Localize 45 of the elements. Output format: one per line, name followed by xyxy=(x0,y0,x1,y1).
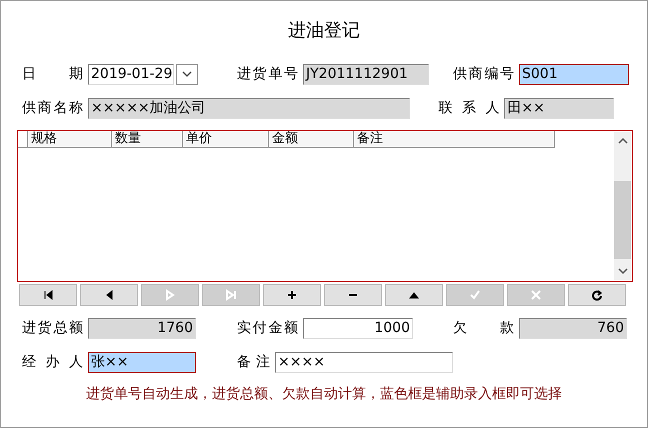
toolbar-button[interactable] xyxy=(80,284,138,306)
column-header[interactable]: 数量 xyxy=(112,131,183,147)
field-label: 联 系 人 xyxy=(438,99,500,117)
column-header[interactable]: 备注 xyxy=(354,131,555,147)
field-label: 经 办 人 xyxy=(22,353,83,371)
first-icon xyxy=(42,289,54,301)
toolbar-button[interactable] xyxy=(19,284,77,306)
toolbar-button[interactable] xyxy=(568,284,626,306)
input-field[interactable]: 张×× xyxy=(88,352,196,372)
scroll-up-icon[interactable] xyxy=(618,137,628,145)
toolbar-button[interactable] xyxy=(263,284,321,306)
field-label: 欠 款 xyxy=(453,319,514,337)
input-field[interactable]: ×××××加油公司 xyxy=(88,98,410,118)
field-label: 备 注 xyxy=(237,353,270,371)
column-header[interactable]: 金额 xyxy=(269,131,354,147)
next-icon xyxy=(164,289,176,301)
last-icon xyxy=(225,289,237,301)
dropdown-button[interactable] xyxy=(176,64,198,84)
field-label: 进货总额 xyxy=(22,319,83,337)
scrollbar-thumb[interactable] xyxy=(614,181,631,259)
refresh-icon xyxy=(591,289,603,301)
input-field[interactable]: ×××× xyxy=(275,352,453,372)
toolbar-button[interactable] xyxy=(385,284,443,306)
field-label: 供商名称 xyxy=(22,99,83,117)
input-field[interactable]: S001 xyxy=(519,64,629,84)
input-field[interactable]: JY2011112901 xyxy=(303,64,429,84)
input-field[interactable]: 760 xyxy=(519,318,627,338)
scrollbar[interactable] xyxy=(614,132,631,280)
input-field[interactable]: 1760 xyxy=(88,318,196,338)
scroll-down-icon[interactable] xyxy=(618,267,628,275)
chevron-down-icon xyxy=(182,70,192,78)
input-field[interactable]: 2019-01-29 xyxy=(88,64,174,84)
checkmark-icon xyxy=(469,289,481,301)
window-title: 进油登记 xyxy=(287,19,361,41)
hint-text: 进货单号自动生成，进货总额、欠款自动计算，蓝色框是辅助录入框即可选择 xyxy=(85,385,563,403)
field-label: 供商编号 xyxy=(453,65,514,83)
input-field[interactable]: 田×× xyxy=(504,98,614,118)
plus-icon xyxy=(286,289,298,301)
field-label: 日 期 xyxy=(22,65,83,83)
cross-icon xyxy=(530,289,542,301)
column-header[interactable]: 规格 xyxy=(28,131,112,147)
field-label: 进货单号 xyxy=(237,65,298,83)
column-header[interactable]: 单价 xyxy=(183,131,269,147)
field-label: 实付金额 xyxy=(237,319,298,337)
input-field[interactable]: 1000 xyxy=(303,318,413,338)
